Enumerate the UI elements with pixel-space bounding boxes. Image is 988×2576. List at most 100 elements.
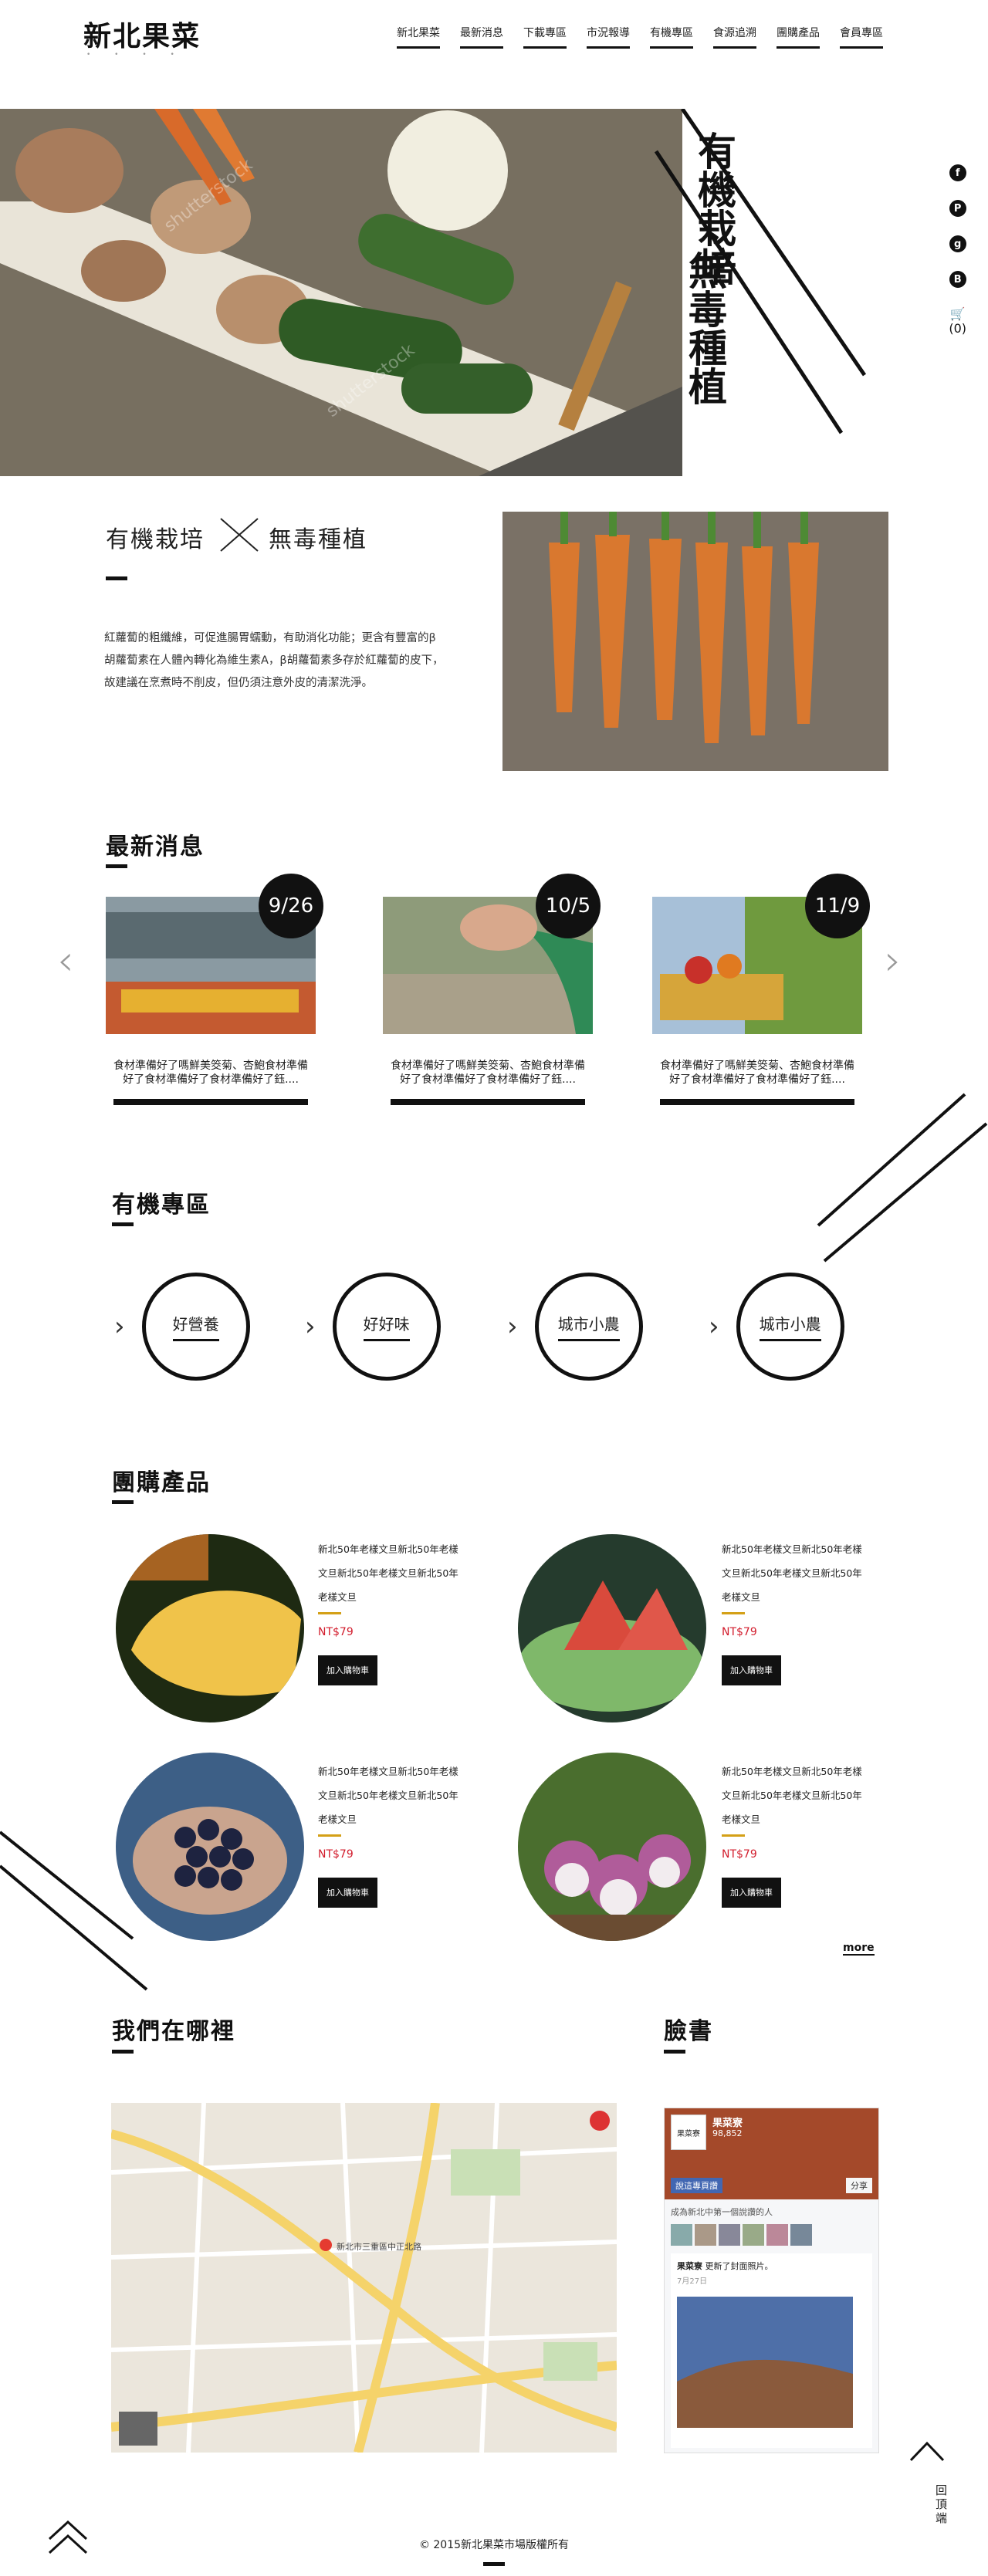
chevron-up-icon[interactable] xyxy=(908,2437,946,2468)
product-image-turnips[interactable] xyxy=(518,1753,706,1941)
fb-page-name: 果菜寮 xyxy=(712,2118,743,2129)
organic-item[interactable]: › 好營養 xyxy=(114,1273,250,1381)
news-image: 11/9 xyxy=(652,874,870,1034)
chevron-right-icon[interactable]: › xyxy=(885,940,902,982)
nav-item-news[interactable]: 最新消息 xyxy=(460,25,503,49)
organic-label: 城市小農 xyxy=(759,1312,821,1341)
decor-diagonal-left xyxy=(0,1831,148,1991)
map-marker-label: 新北市三重區中正北路 xyxy=(337,2241,421,2252)
product-image-watermelon[interactable] xyxy=(518,1534,706,1722)
nav-item-group-buy[interactable]: 團購產品 xyxy=(777,25,820,49)
cart-icon: 🛒 xyxy=(949,306,966,321)
fb-share-button[interactable]: 分享 xyxy=(846,2178,872,2193)
product-desc: 新北50年老樣文旦新北50年老樣文旦新北50年老樣文旦新北50年老樣文旦 xyxy=(722,1543,862,1603)
organic-item[interactable]: › 城市小農 xyxy=(709,1273,844,1381)
organic-label: 城市小農 xyxy=(557,1312,620,1341)
news-bar xyxy=(113,1099,308,1105)
organic-circle: 城市小農 xyxy=(736,1273,844,1381)
plurk-icon[interactable]: P xyxy=(949,200,966,217)
product-desc: 新北50年老樣文旦新北50年老樣文旦新北50年老樣文旦新北50年老樣文旦 xyxy=(318,1543,458,1603)
organic-circle: 城市小農 xyxy=(534,1273,643,1381)
intro-title-right: 無毒種植 xyxy=(269,526,367,553)
hero-decor-lines xyxy=(654,109,926,464)
fb-avatar: 果菜寮 xyxy=(671,2115,706,2150)
product-desc: 新北50年老樣文旦新北50年老樣文旦新北50年老樣文旦新北50年老樣文旦 xyxy=(318,1766,458,1825)
social-bar: f P g B 🛒 (0) xyxy=(949,164,966,336)
organic-label: 好好味 xyxy=(363,1312,410,1341)
fb-post-image xyxy=(677,2297,853,2428)
nav-item-downloads[interactable]: 下載專區 xyxy=(523,25,567,49)
organic-circle: 好營養 xyxy=(141,1273,250,1381)
product-desc: 新北50年老樣文旦新北50年老樣文旦新北50年老樣文旦新北50年老樣文旦 xyxy=(722,1766,862,1825)
product-image-pomelo[interactable] xyxy=(116,1534,304,1722)
product-info: 新北50年老樣文旦新北50年老樣文旦新北50年老樣文旦新北50年老樣文旦 NT$… xyxy=(318,1537,465,1685)
cross-icon xyxy=(220,518,259,552)
news-image: 10/5 xyxy=(383,874,601,1034)
blogger-icon[interactable]: B xyxy=(949,271,966,288)
nav-item-market[interactable]: 市況報導 xyxy=(587,25,630,49)
product-info: 新北50年老樣文旦新北50年老樣文旦新北50年老樣文旦新北50年老樣文旦 NT$… xyxy=(722,1537,868,1685)
add-to-cart-button[interactable]: 加入購物車 xyxy=(318,1655,377,1685)
news-date: 11/9 xyxy=(805,874,870,938)
more-link[interactable]: more xyxy=(843,1942,875,1956)
intro-dash xyxy=(106,576,127,580)
fb-likes: 98,852 xyxy=(712,2128,743,2138)
fb-friend-avatars xyxy=(665,2224,878,2246)
product-info: 新北50年老樣文旦新北50年老樣文旦新北50年老樣文旦新北50年老樣文旦 NT$… xyxy=(722,1760,868,1908)
nav-item-home[interactable]: 新北果菜 xyxy=(397,25,440,49)
news-text: 食材準備好了嗎鮮美筊菊、杏鮑食材準備好了食材準備好了食材準備好了鈺.... xyxy=(660,1060,854,1086)
site-logo[interactable]: 新北果菜 xyxy=(83,14,201,54)
news-card[interactable]: 9/26 食材準備好了嗎鮮美筊菊、杏鮑食材準備好了食材準備好了食材準備好了鈺..… xyxy=(106,874,323,1105)
product-price: NT$79 xyxy=(318,1626,354,1638)
footer-dash xyxy=(483,2562,505,2566)
gold-divider xyxy=(318,1612,341,1614)
product-price: NT$79 xyxy=(318,1848,354,1861)
fb-like-button[interactable]: 說這專頁讚 xyxy=(671,2178,722,2193)
fb-post-text: 更新了封面照片。 xyxy=(705,2261,773,2271)
nav-item-member[interactable]: 會員專區 xyxy=(840,25,883,49)
products-title-dash xyxy=(112,1500,134,1504)
facebook-widget[interactable]: 果菜寮 果菜寮 98,852 說這專頁讚 分享 成為新北中第一個說讚的人 果菜寮… xyxy=(664,2108,879,2453)
organic-title-dash xyxy=(112,1222,134,1226)
gold-divider xyxy=(318,1834,341,1837)
facebook-icon[interactable]: f xyxy=(949,164,966,181)
intro-title-left: 有機栽培 xyxy=(106,526,205,553)
nav-item-trace[interactable]: 食源追溯 xyxy=(713,25,756,49)
products-title: 團購產品 xyxy=(112,1469,211,1496)
organic-circle: 好好味 xyxy=(332,1273,441,1381)
product-info: 新北50年老樣文旦新北50年老樣文旦新北50年老樣文旦新北50年老樣文旦 NT$… xyxy=(318,1760,465,1908)
chevron-right-icon: › xyxy=(114,1311,125,1342)
news-image: 9/26 xyxy=(106,874,323,1034)
map-embed[interactable]: 新北市三重區中正北路 xyxy=(111,2103,617,2453)
product-price: NT$79 xyxy=(722,1848,757,1861)
news-text: 食材準備好了嗎鮮美筊菊、杏鮑食材準備好了食材準備好了食材準備好了鈺.... xyxy=(113,1060,308,1086)
gold-divider xyxy=(722,1834,745,1837)
add-to-cart-button[interactable]: 加入購物車 xyxy=(722,1655,781,1685)
fb-friends-text: 成為新北中第一個說讚的人 xyxy=(671,2207,773,2217)
product-price: NT$79 xyxy=(722,1626,757,1638)
hero-line2: 無毒種植 xyxy=(682,251,727,405)
chevron-left-icon[interactable]: ‹ xyxy=(57,940,74,982)
carrot-image xyxy=(502,512,888,771)
facebook-title-dash xyxy=(664,2050,685,2054)
fb-post: 果菜寮 更新了封面照片。 7月27日 xyxy=(671,2253,872,2448)
add-to-cart-button[interactable]: 加入購物車 xyxy=(318,1878,377,1908)
main-nav: 新北果菜 最新消息 下載專區 市況報導 有機專區 食源追溯 團購產品 會員專區 xyxy=(397,25,883,49)
news-card[interactable]: 10/5 食材準備好了嗎鮮美筊菊、杏鮑食材準備好了食材準備好了食材準備好了鈺..… xyxy=(383,874,601,1105)
news-title-dash xyxy=(106,864,127,868)
back-to-top-label[interactable]: 回頂端 xyxy=(936,2483,949,2525)
copyright: © 2015新北果菜市場版權所有 xyxy=(418,2539,570,2551)
intro-paragraph: 紅蘿蔔的粗纖維，可促進腸胃蠕動，有助消化功能；更含有豐富的β胡蘿蔔素在人體內轉化… xyxy=(104,632,444,689)
add-to-cart-button[interactable]: 加入購物車 xyxy=(722,1878,781,1908)
organic-item[interactable]: › 城市小農 xyxy=(507,1273,643,1381)
chevron-right-icon: › xyxy=(507,1311,518,1342)
nav-item-organic[interactable]: 有機專區 xyxy=(650,25,693,49)
news-title: 最新消息 xyxy=(106,833,205,860)
organic-item[interactable]: › 好好味 xyxy=(305,1273,441,1381)
hero-image: shutterstock shutterstock xyxy=(0,109,682,476)
news-card[interactable]: 11/9 食材準備好了嗎鮮美筊菊、杏鮑食材準備好了食材準備好了食材準備好了鈺..… xyxy=(652,874,870,1105)
fb-post-author: 果菜寮 xyxy=(677,2261,702,2271)
googleplus-icon[interactable]: g xyxy=(949,235,966,252)
where-title: 我們在哪裡 xyxy=(112,2018,235,2045)
cart-button[interactable]: 🛒 (0) xyxy=(949,306,966,336)
